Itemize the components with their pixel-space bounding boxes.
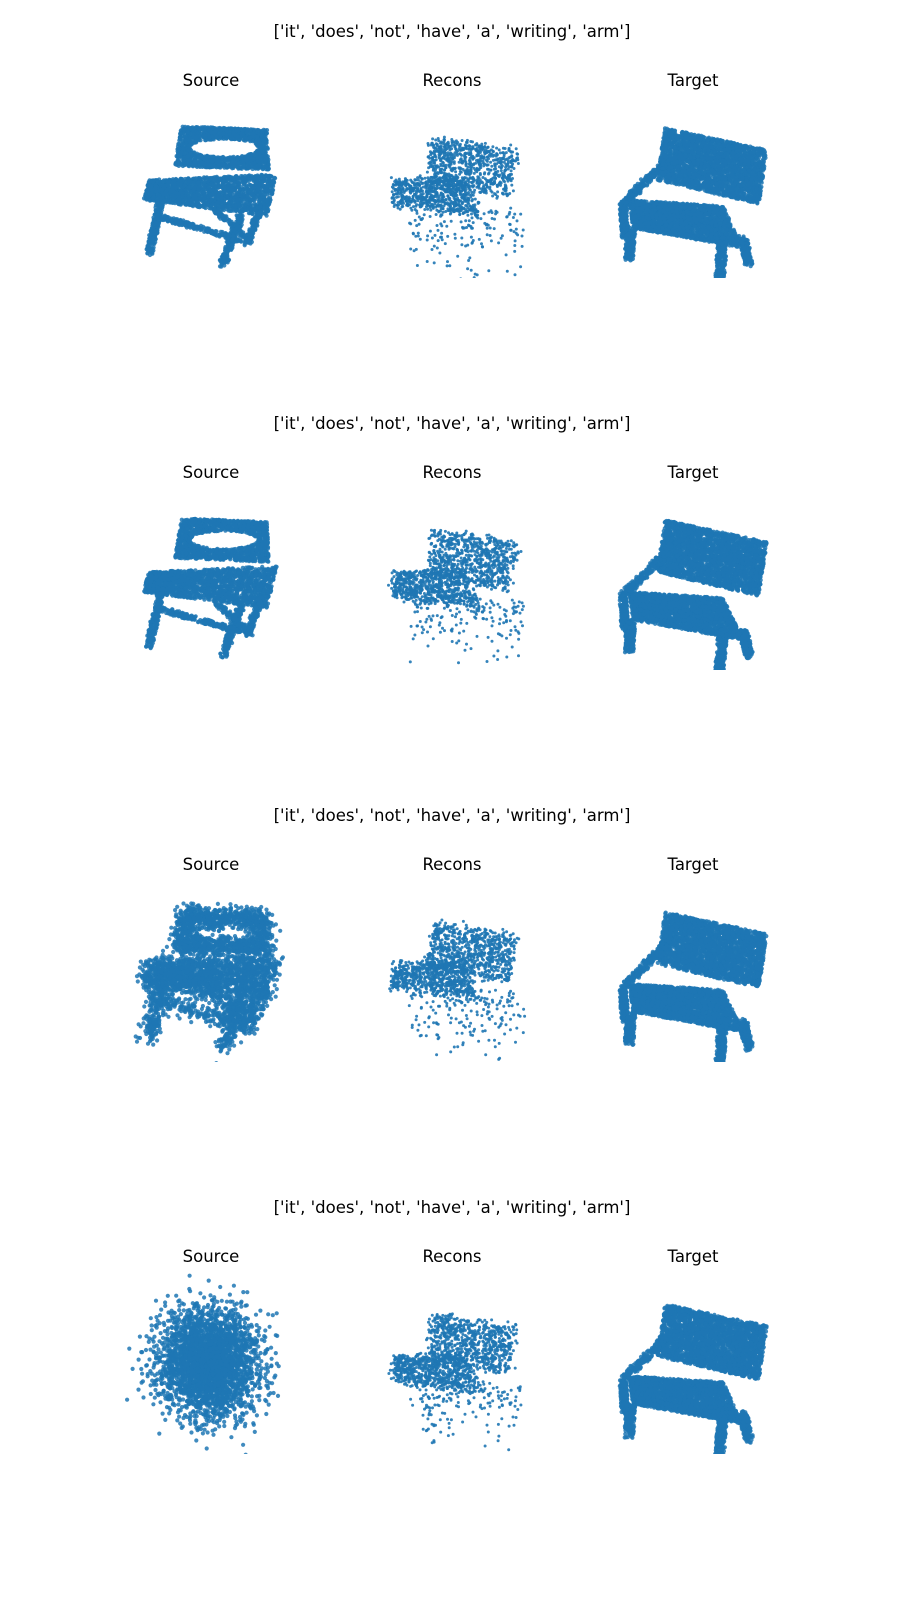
noisy-chair-point-cloud-icon bbox=[389, 135, 525, 278]
noisy-chair-point-cloud-icon bbox=[387, 528, 525, 665]
blob-point-cloud-icon bbox=[125, 1273, 281, 1454]
folding-chair-point-cloud-icon bbox=[142, 516, 279, 660]
panel-recons: Recons bbox=[332, 1236, 572, 1452]
figure-row: ['it', 'does', 'not', 'have', 'a', 'writ… bbox=[0, 20, 900, 412]
panel-source: Source bbox=[91, 844, 331, 1062]
panel-target: Target bbox=[573, 1236, 813, 1454]
panel-recons: Recons bbox=[332, 452, 572, 665]
panel-source: Source bbox=[91, 1236, 331, 1454]
figure-row: ['it', 'does', 'not', 'have', 'a', 'writ… bbox=[0, 1196, 900, 1588]
row-caption: ['it', 'does', 'not', 'have', 'a', 'writ… bbox=[0, 412, 900, 436]
blurred-chair-point-cloud-icon bbox=[133, 901, 285, 1062]
armchair-point-cloud-icon bbox=[617, 1303, 769, 1454]
figure-row: ['it', 'does', 'not', 'have', 'a', 'writ… bbox=[0, 412, 900, 804]
panel-target: Target bbox=[573, 452, 813, 670]
figure-row: ['it', 'does', 'not', 'have', 'a', 'writ… bbox=[0, 804, 900, 1196]
panel-target: Target bbox=[573, 844, 813, 1062]
panel-recons: Recons bbox=[332, 844, 572, 1061]
panel-target: Target bbox=[573, 60, 813, 278]
panel-source: Source bbox=[91, 60, 331, 270]
noisy-chair-point-cloud-icon bbox=[388, 918, 527, 1061]
row-caption: ['it', 'does', 'not', 'have', 'a', 'writ… bbox=[0, 20, 900, 44]
armchair-point-cloud-icon bbox=[617, 126, 768, 278]
armchair-point-cloud-icon bbox=[617, 518, 769, 670]
panel-source: Source bbox=[91, 452, 331, 662]
folding-chair-point-cloud-icon bbox=[141, 124, 278, 269]
panel-recons: Recons bbox=[332, 60, 572, 278]
row-caption: ['it', 'does', 'not', 'have', 'a', 'writ… bbox=[0, 804, 900, 828]
noisy-chair-point-cloud-icon bbox=[387, 1312, 523, 1452]
armchair-point-cloud-icon bbox=[617, 910, 769, 1062]
row-caption: ['it', 'does', 'not', 'have', 'a', 'writ… bbox=[0, 1196, 900, 1220]
